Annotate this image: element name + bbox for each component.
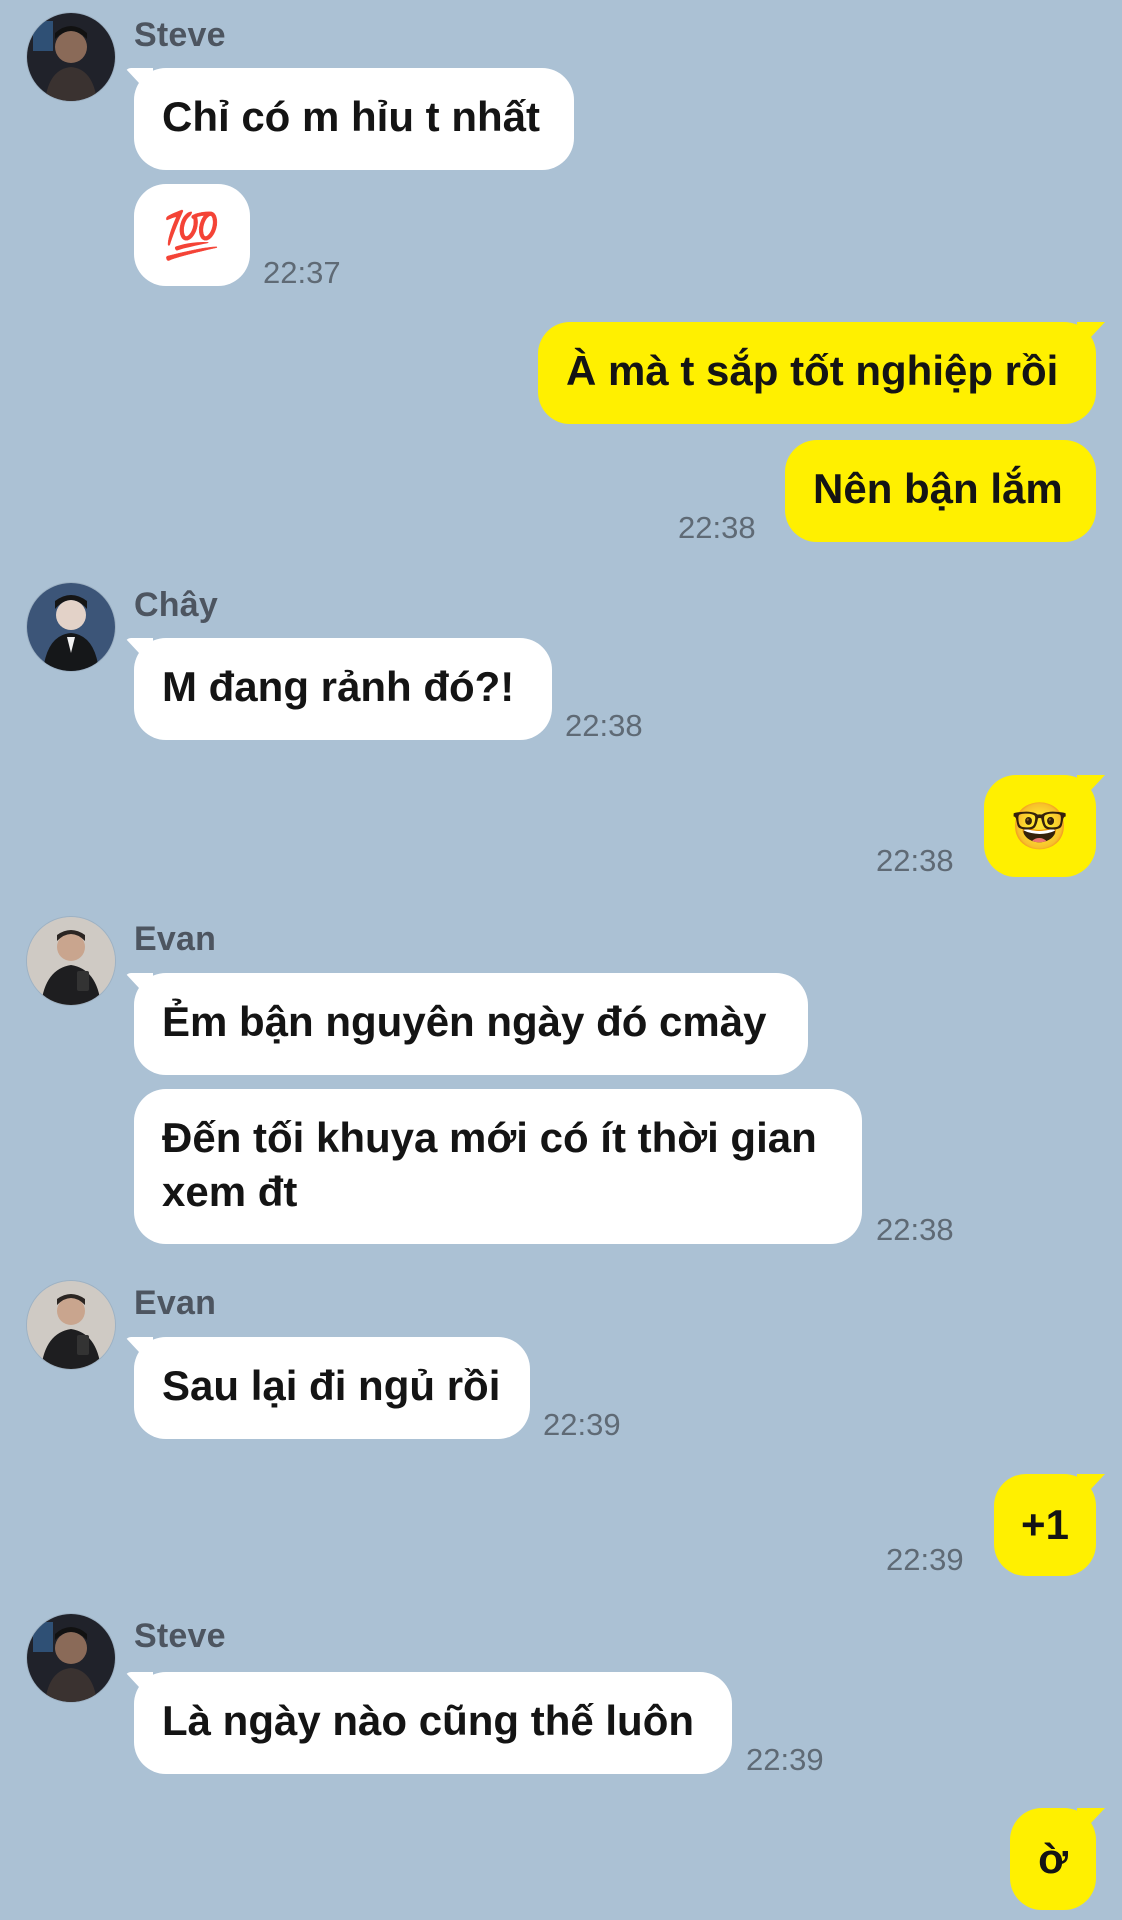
message-bubble[interactable]: M đang rảnh đó?!: [134, 638, 552, 740]
message-text-line: Đến tối khuya mới có ít thời gian: [162, 1114, 817, 1161]
sent-message-bubble[interactable]: +1: [994, 1474, 1096, 1576]
message-time: 22:38: [678, 510, 756, 545]
steve-avatar[interactable]: [27, 13, 115, 101]
hundred-points-emoji: 💯: [163, 209, 221, 261]
sent-message-bubble[interactable]: ờ: [1010, 1808, 1096, 1910]
message-text: Ẻm bận nguyên ngày đó cmày: [162, 998, 767, 1045]
message-bubble[interactable]: Là ngày nào cũng thế luôn: [134, 1672, 732, 1774]
message-time: 22:38: [876, 843, 954, 878]
sender-name: Evan: [134, 1284, 217, 1322]
message-text: M đang rảnh đó?!: [162, 663, 515, 710]
message-time: 22:39: [886, 1542, 964, 1577]
message-bubble[interactable]: Chỉ có m hỉu t nhất: [134, 68, 574, 170]
sender-name: Steve: [134, 16, 226, 54]
message-time: 22:38: [876, 1212, 954, 1247]
sent-message-bubble[interactable]: Nên bận lắm: [785, 440, 1096, 542]
message-time: 22:39: [543, 1407, 621, 1442]
message-time: 22:37: [263, 255, 341, 290]
message-bubble[interactable]: Ẻm bận nguyên ngày đó cmày: [134, 973, 808, 1075]
steve-avatar[interactable]: [27, 1614, 115, 1702]
message-text: Nên bận lắm: [813, 465, 1063, 512]
sender-name: Steve: [134, 1617, 226, 1655]
message-time: 22:39: [746, 1742, 824, 1777]
message-text: ờ: [1038, 1835, 1068, 1882]
message-bubble[interactable]: Đến tối khuya mới có ít thời gian xem đt: [134, 1089, 862, 1244]
chay-avatar[interactable]: [27, 583, 115, 671]
sender-name: Chây: [134, 586, 218, 624]
message-text-line: xem đt: [162, 1168, 298, 1215]
message-text: Sau lại đi ngủ rồi: [162, 1362, 501, 1409]
message-text: Chỉ có m hỉu t nhất: [162, 93, 540, 140]
sender-name: Evan: [134, 920, 217, 958]
message-text: +1: [1021, 1501, 1069, 1548]
evan-avatar[interactable]: [27, 917, 115, 1005]
message-text: À mà t sắp tốt nghiệp rồi: [566, 347, 1059, 394]
message-text: Là ngày nào cũng thế luôn: [162, 1697, 695, 1744]
sent-emoji-bubble[interactable]: 🤓: [984, 775, 1096, 877]
message-time: 22:38: [565, 708, 643, 743]
emoji-message-bubble[interactable]: 💯: [134, 184, 250, 286]
sent-message-bubble[interactable]: À mà t sắp tốt nghiệp rồi: [538, 322, 1096, 424]
nerd-face-emoji: 🤓: [1011, 800, 1069, 852]
evan-avatar[interactable]: [27, 1281, 115, 1369]
message-bubble[interactable]: Sau lại đi ngủ rồi: [134, 1337, 530, 1439]
